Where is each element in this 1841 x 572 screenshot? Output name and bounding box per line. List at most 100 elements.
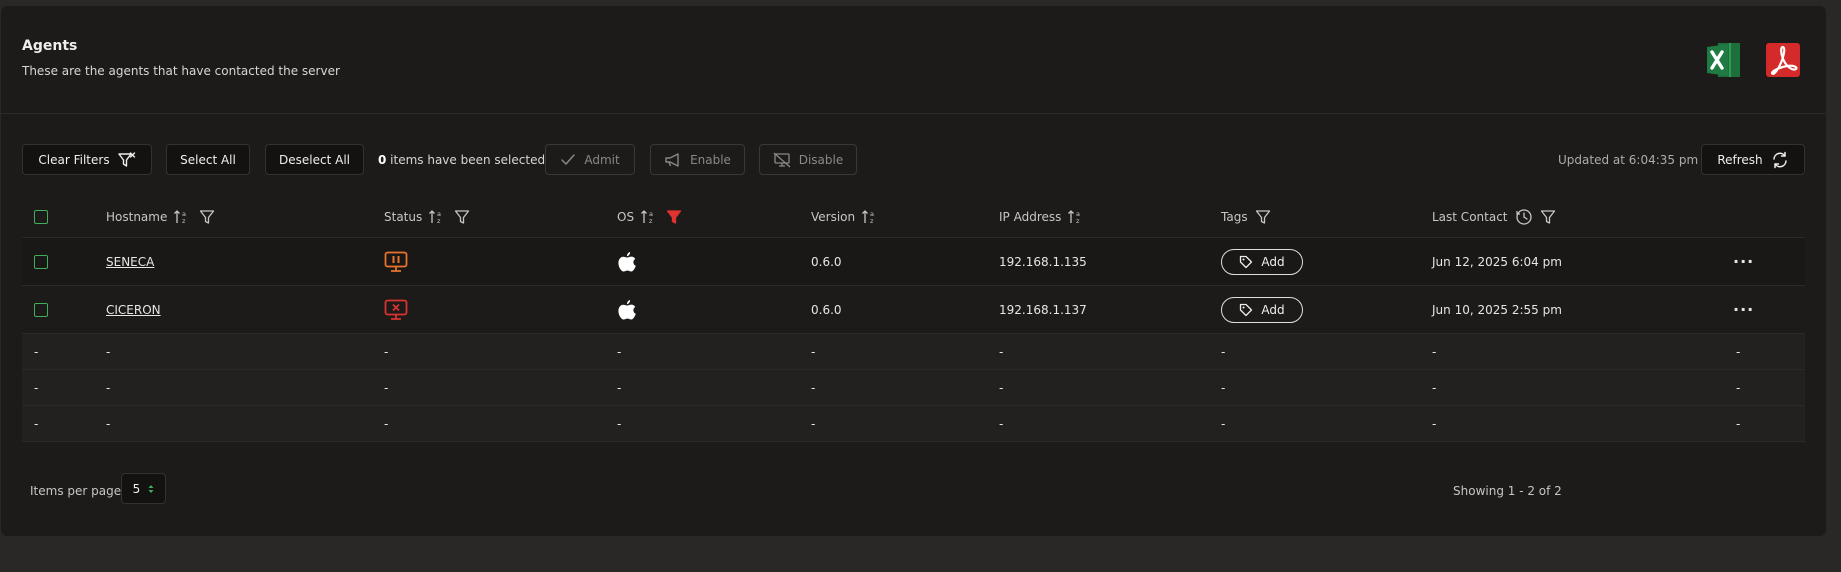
empty-cell: - bbox=[106, 416, 111, 431]
empty-cell: - bbox=[106, 380, 111, 395]
hostname-link[interactable]: CICERON bbox=[106, 303, 161, 317]
svg-text:z: z bbox=[649, 217, 653, 225]
ip-cell: 192.168.1.135 bbox=[999, 254, 1087, 269]
sort-icon[interactable]: az bbox=[1068, 209, 1086, 225]
empty-row: - - - - - - - - - bbox=[22, 406, 1805, 442]
refresh-icon bbox=[1772, 151, 1787, 168]
tag-icon bbox=[1240, 303, 1253, 316]
sort-icon[interactable]: az bbox=[429, 209, 447, 225]
empty-cell: - bbox=[1221, 380, 1226, 395]
empty-cell: - bbox=[617, 416, 622, 431]
column-hostname[interactable]: Hostname az bbox=[106, 196, 215, 238]
table-header: Hostname az Status az OS az Version az I… bbox=[22, 196, 1805, 238]
check-icon bbox=[561, 153, 576, 165]
empty-row: - - - - - - - - - bbox=[22, 334, 1805, 370]
deselect-all-button[interactable]: Deselect All bbox=[265, 144, 364, 175]
add-tag-button[interactable]: Add bbox=[1221, 296, 1303, 323]
clear-filters-label: Clear Filters bbox=[38, 152, 110, 167]
column-status-label: Status bbox=[384, 210, 423, 224]
empty-cell: - bbox=[811, 380, 816, 395]
admit-button: Admit bbox=[545, 144, 635, 175]
column-ip-address[interactable]: IP Address az bbox=[999, 196, 1086, 238]
svg-text:z: z bbox=[182, 217, 186, 225]
add-tag-button[interactable]: Add bbox=[1221, 248, 1303, 275]
filter-active-icon[interactable] bbox=[666, 209, 682, 225]
row-checkbox[interactable] bbox=[34, 254, 48, 269]
excel-export-icon[interactable] bbox=[1704, 40, 1744, 80]
version-cell: 0.6.0 bbox=[811, 302, 842, 317]
empty-cell: - bbox=[999, 416, 1004, 431]
last-contact-cell: Jun 12, 2025 6:04 pm bbox=[1432, 254, 1562, 269]
column-os-label: OS bbox=[617, 210, 635, 224]
column-version[interactable]: Version az bbox=[811, 196, 880, 238]
filter-icon[interactable] bbox=[199, 209, 215, 225]
agents-table: Hostname az Status az OS az Version az I… bbox=[22, 196, 1805, 442]
add-tag-label: Add bbox=[1261, 254, 1285, 269]
empty-cell: - bbox=[384, 416, 389, 431]
table-row: SENECA 0.6.0 192.168.1.135 Add Jun 12, 2… bbox=[22, 238, 1805, 286]
table-row: CICERON 0.6.0 192.168.1.137 Add Jun 10, … bbox=[22, 286, 1805, 334]
admit-label: Admit bbox=[584, 152, 620, 167]
items-per-page-value: 5 bbox=[132, 481, 141, 496]
svg-text:z: z bbox=[1076, 217, 1080, 225]
last-contact-cell: Jun 10, 2025 2:55 pm bbox=[1432, 302, 1562, 317]
empty-cell: - bbox=[1432, 416, 1437, 431]
empty-cell: - bbox=[1432, 380, 1437, 395]
megaphone-icon bbox=[665, 152, 679, 167]
empty-cell: - bbox=[1221, 416, 1226, 431]
svg-text:z: z bbox=[870, 217, 874, 225]
column-hostname-label: Hostname bbox=[106, 210, 168, 224]
apple-icon bbox=[618, 251, 636, 271]
updated-timestamp: Updated at 6:04:35 pm bbox=[1558, 153, 1699, 167]
empty-cell: - bbox=[1736, 344, 1741, 359]
empty-cell: - bbox=[34, 380, 39, 395]
page-subtitle: These are the agents that have contacted… bbox=[22, 64, 340, 78]
column-tags-label: Tags bbox=[1221, 210, 1248, 224]
empty-cell: - bbox=[811, 344, 816, 359]
version-cell: 0.6.0 bbox=[811, 254, 842, 269]
select-all-button[interactable]: Select All bbox=[166, 144, 250, 175]
empty-row: - - - - - - - - - bbox=[22, 370, 1805, 406]
sort-icon[interactable]: az bbox=[641, 209, 659, 225]
column-last-contact[interactable]: Last Contact bbox=[1432, 196, 1556, 238]
tag-icon bbox=[1240, 255, 1253, 268]
empty-cell: - bbox=[34, 416, 39, 431]
row-actions-menu-icon[interactable]: ··· bbox=[1733, 252, 1754, 271]
items-per-page-select[interactable]: 5 bbox=[121, 473, 166, 504]
row-actions-menu-icon[interactable]: ··· bbox=[1733, 300, 1754, 319]
ip-cell: 192.168.1.137 bbox=[999, 302, 1087, 317]
refresh-button[interactable]: Refresh bbox=[1701, 144, 1805, 175]
clear-filters-button[interactable]: Clear Filters bbox=[22, 144, 152, 175]
empty-cell: - bbox=[1432, 344, 1437, 359]
filter-icon[interactable] bbox=[1540, 209, 1556, 225]
selection-count-suffix: items have been selected bbox=[386, 153, 546, 167]
hostname-link[interactable]: SENECA bbox=[106, 255, 154, 269]
empty-cell: - bbox=[1221, 344, 1226, 359]
select-all-checkbox[interactable] bbox=[34, 210, 48, 224]
pdf-export-icon[interactable] bbox=[1763, 40, 1803, 80]
clock-sort-icon[interactable] bbox=[1515, 208, 1533, 226]
select-arrows-icon bbox=[148, 484, 154, 493]
disable-button: Disable bbox=[759, 144, 857, 175]
empty-cell: - bbox=[811, 416, 816, 431]
select-all-checkbox-cell bbox=[34, 196, 48, 238]
column-os[interactable]: OS az bbox=[617, 196, 682, 238]
agents-panel: Agents These are the agents that have co… bbox=[1, 6, 1826, 536]
status-disconnected-icon bbox=[384, 299, 408, 320]
column-tags[interactable]: Tags bbox=[1221, 196, 1271, 238]
enable-button: Enable bbox=[650, 144, 745, 175]
status-paused-icon bbox=[384, 251, 408, 272]
page-title: Agents bbox=[22, 38, 78, 54]
row-checkbox[interactable] bbox=[34, 302, 48, 317]
panel-header: Agents These are the agents that have co… bbox=[1, 6, 1826, 114]
toolbar: Clear Filters Select All Deselect All 0 … bbox=[1, 144, 1826, 176]
empty-cell: - bbox=[106, 344, 111, 359]
sort-icon[interactable]: az bbox=[174, 209, 192, 225]
column-status[interactable]: Status az bbox=[384, 196, 470, 238]
filter-icon[interactable] bbox=[454, 209, 470, 225]
empty-cell: - bbox=[999, 380, 1004, 395]
filter-icon[interactable] bbox=[1255, 209, 1271, 225]
sort-icon[interactable]: az bbox=[862, 209, 880, 225]
empty-cell: - bbox=[617, 344, 622, 359]
empty-cell: - bbox=[384, 344, 389, 359]
